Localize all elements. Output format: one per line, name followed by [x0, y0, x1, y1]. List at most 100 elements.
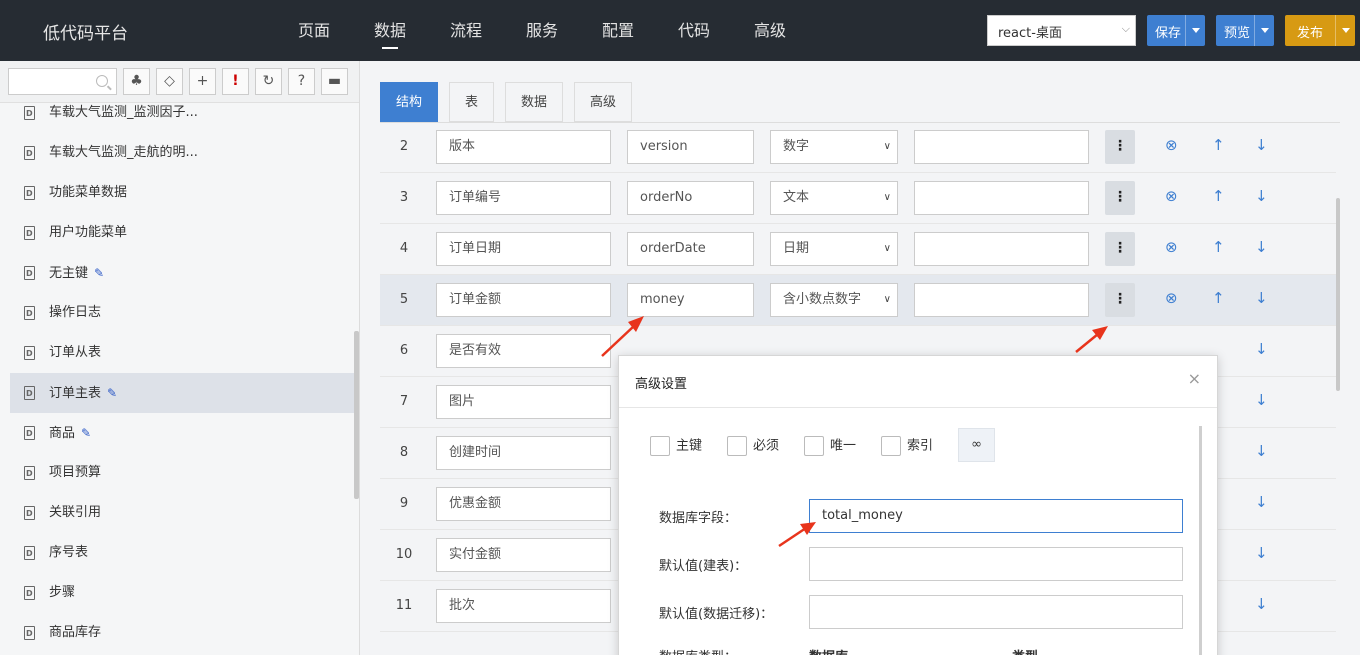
field-type-select[interactable]: 含小数点数字 ∨	[770, 283, 898, 317]
checkbox-box[interactable]	[881, 436, 901, 456]
pencil-icon[interactable]: ✎	[81, 413, 91, 453]
main-scrollbar[interactable]	[1336, 198, 1340, 391]
delete-icon[interactable]: ⊗	[1165, 187, 1178, 205]
field-type-select[interactable]: 日期 ∨	[770, 232, 898, 266]
close-icon[interactable]: ×	[1188, 369, 1201, 388]
save-button[interactable]: 保存	[1147, 15, 1205, 46]
more-icon[interactable]: ⋮	[1105, 232, 1135, 266]
field-default-input[interactable]	[914, 232, 1089, 266]
field-name-input[interactable]: 实付金额	[436, 538, 611, 572]
delete-icon[interactable]: ⊗	[1165, 289, 1178, 307]
warning-button[interactable]: !	[222, 68, 249, 95]
field-name-input[interactable]: 订单编号	[436, 181, 611, 215]
tab-data[interactable]: 数据	[505, 82, 564, 122]
help-button[interactable]: ?	[288, 68, 315, 95]
field-default-input[interactable]	[914, 130, 1089, 164]
tree-item[interactable]: 关联引用	[10, 493, 355, 534]
arrow-down-icon[interactable]: ↓	[1255, 544, 1268, 562]
nav-advanced[interactable]: 高级	[732, 0, 808, 61]
preview-button[interactable]: 预览	[1216, 15, 1274, 46]
tree-icon[interactable]: ♣	[123, 68, 150, 95]
tree-item[interactable]: 序号表	[10, 533, 355, 574]
arrow-up-icon[interactable]: ↑	[1212, 187, 1225, 205]
tag-icon[interactable]: ◇	[156, 68, 183, 95]
nav-service[interactable]: 服务	[504, 0, 580, 61]
required-checkbox[interactable]: 必须	[727, 436, 779, 456]
nav-code[interactable]: 代码	[656, 0, 732, 61]
refresh-icon[interactable]: ↻	[255, 68, 282, 95]
nav-config[interactable]: 配置	[580, 0, 656, 61]
preview-dropdown-icon[interactable]	[1254, 15, 1274, 46]
tree-item[interactable]: 车载大气监测_走航的明...	[10, 133, 355, 174]
tree-item[interactable]: 步骤	[10, 573, 355, 614]
platform-select[interactable]: react-桌面 ⌵	[987, 15, 1136, 46]
arrow-down-icon[interactable]: ↓	[1255, 595, 1268, 613]
tab-structure[interactable]: 结构	[380, 82, 439, 122]
field-code-input[interactable]: orderNo	[627, 181, 754, 215]
field-name-input[interactable]: 是否有效	[436, 334, 611, 368]
tab-advanced[interactable]: 高级	[574, 82, 633, 122]
nav-flow[interactable]: 流程	[428, 0, 504, 61]
delete-icon[interactable]: ⊗	[1165, 136, 1178, 154]
add-button[interactable]: +	[189, 68, 216, 95]
tree-item[interactable]: 商品库存	[10, 613, 355, 654]
chat-icon[interactable]: ▬	[321, 68, 348, 95]
tree-item[interactable]: 无主键 ✎	[10, 253, 355, 294]
nav-pages[interactable]: 页面	[276, 0, 352, 61]
checkbox-box[interactable]	[804, 436, 824, 456]
arrow-down-icon[interactable]: ↓	[1255, 238, 1268, 256]
arrow-up-icon[interactable]: ↑	[1212, 289, 1225, 307]
field-code-input[interactable]: version	[627, 130, 754, 164]
arrow-down-icon[interactable]: ↓	[1255, 136, 1268, 154]
arrow-down-icon[interactable]: ↓	[1255, 442, 1268, 460]
field-name-input[interactable]: 订单金额	[436, 283, 611, 317]
delete-icon[interactable]: ⊗	[1165, 238, 1178, 256]
pencil-icon[interactable]: ✎	[94, 253, 104, 293]
more-icon[interactable]: ⋮	[1105, 283, 1135, 317]
tree-item[interactable]: 用户功能菜单	[10, 213, 355, 254]
field-default-input[interactable]	[914, 283, 1089, 317]
sidebar-scrollbar[interactable]	[354, 331, 359, 499]
arrow-down-icon[interactable]: ↓	[1255, 187, 1268, 205]
tab-table[interactable]: 表	[449, 82, 495, 122]
arrow-down-icon[interactable]: ↓	[1255, 493, 1268, 511]
field-name-input[interactable]: 优惠金额	[436, 487, 611, 521]
primary-key-checkbox[interactable]: 主键	[650, 436, 702, 456]
field-name-input[interactable]: 图片	[436, 385, 611, 419]
publish-dropdown-icon[interactable]	[1335, 15, 1355, 46]
dialog-scrollbar[interactable]	[1199, 426, 1202, 655]
link-icon[interactable]: ∞	[958, 428, 995, 462]
field-type-select[interactable]: 文本 ∨	[770, 181, 898, 215]
field-name-input[interactable]: 创建时间	[436, 436, 611, 470]
index-checkbox[interactable]: 索引	[881, 436, 933, 456]
arrow-down-icon[interactable]: ↓	[1255, 289, 1268, 307]
db-field-input[interactable]: total_money	[809, 499, 1183, 533]
pencil-icon[interactable]: ✎	[107, 373, 117, 413]
field-type-select[interactable]: 数字 ∨	[770, 130, 898, 164]
field-name-input[interactable]: 订单日期	[436, 232, 611, 266]
tree-item[interactable]: 功能菜单数据	[10, 173, 355, 214]
arrow-up-icon[interactable]: ↑	[1212, 136, 1225, 154]
tree-item[interactable]: 操作日志	[10, 293, 355, 334]
default-create-input[interactable]	[809, 547, 1183, 581]
field-name-input[interactable]: 版本	[436, 130, 611, 164]
tree-item[interactable]: 订单从表	[10, 333, 355, 374]
arrow-up-icon[interactable]: ↑	[1212, 238, 1225, 256]
field-code-input[interactable]: orderDate	[627, 232, 754, 266]
tree-item-selected[interactable]: 订单主表 ✎	[10, 373, 355, 414]
tree-item[interactable]: 商品 ✎	[10, 413, 355, 454]
checkbox-box[interactable]	[650, 436, 670, 456]
unique-checkbox[interactable]: 唯一	[804, 436, 856, 456]
search-icon[interactable]	[96, 75, 108, 87]
checkbox-box[interactable]	[727, 436, 747, 456]
field-default-input[interactable]	[914, 181, 1089, 215]
more-icon[interactable]: ⋮	[1105, 130, 1135, 164]
nav-data[interactable]: 数据	[352, 0, 428, 61]
publish-button[interactable]: 发布	[1285, 15, 1355, 46]
save-dropdown-icon[interactable]	[1185, 15, 1205, 46]
default-migrate-input[interactable]	[809, 595, 1183, 629]
more-icon[interactable]: ⋮	[1105, 181, 1135, 215]
arrow-down-icon[interactable]: ↓	[1255, 340, 1268, 358]
field-name-input[interactable]: 批次	[436, 589, 611, 623]
sidebar-search-input[interactable]	[8, 68, 117, 95]
